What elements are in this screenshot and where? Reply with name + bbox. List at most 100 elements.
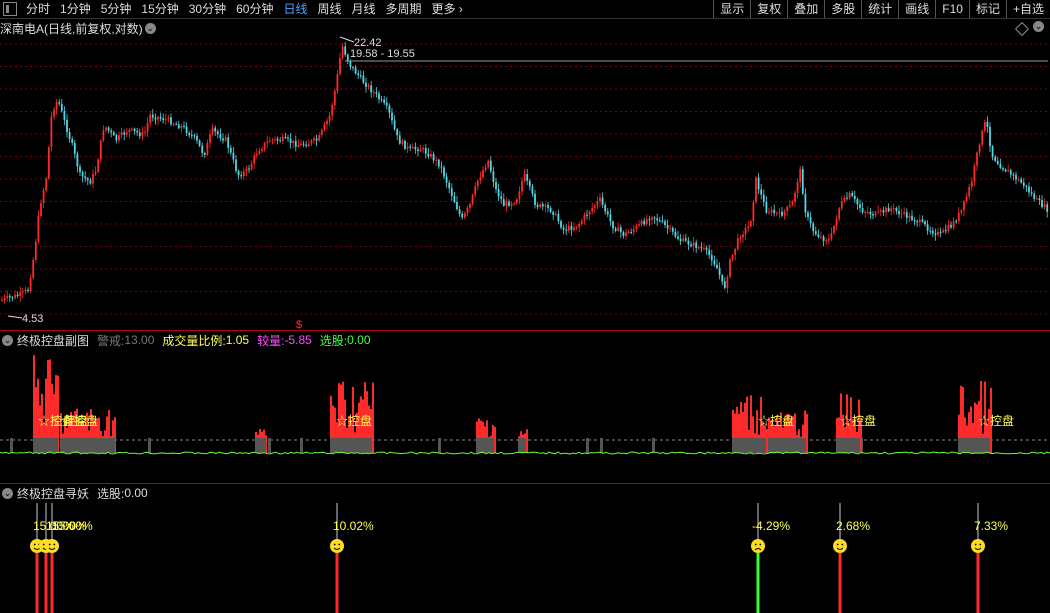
display-button[interactable]: 显示 — [713, 0, 750, 18]
candle-body — [502, 199, 505, 206]
tab-period-more[interactable]: 更多 › — [427, 0, 468, 18]
candle-body — [887, 207, 890, 212]
candle-body — [287, 137, 289, 139]
candle-body — [175, 123, 178, 125]
candle-body — [211, 127, 214, 135]
candle-body — [219, 134, 222, 139]
volume-bar — [652, 438, 655, 453]
smiley-icon — [971, 539, 985, 553]
control-label: ☆控盘 — [62, 413, 98, 428]
candle-body — [586, 214, 588, 216]
candle-body — [482, 170, 484, 178]
candle-body — [825, 240, 828, 242]
tab-period-intraday[interactable]: 分时 — [21, 0, 55, 18]
candle-body — [770, 209, 773, 213]
candle-body — [255, 153, 258, 156]
candle-body — [11, 297, 14, 299]
candlestick-chart[interactable]: 22.42 19.58 - 19.55 4.53 $ — [0, 36, 1050, 330]
candle-body — [144, 131, 146, 133]
candle-body — [583, 214, 586, 221]
tab-period-1min[interactable]: 1分钟 — [55, 0, 96, 18]
candle-body — [916, 221, 919, 223]
candle-body — [645, 219, 648, 225]
candle-body — [781, 211, 783, 216]
candle-body — [687, 240, 690, 245]
warn-value: 13.00 — [124, 333, 155, 347]
control-label: ☆控盘 — [978, 413, 1014, 428]
candle-body — [510, 203, 513, 206]
stats-button[interactable]: 统计 — [861, 0, 898, 18]
mark-button[interactable]: 标记 — [968, 0, 1006, 18]
candle-body — [513, 203, 516, 205]
chevron-down-icon[interactable]: ⌄ — [2, 487, 13, 499]
tab-period-multi[interactable]: 多周期 — [381, 0, 427, 18]
chevron-down-icon[interactable]: ⌄ — [144, 22, 156, 34]
volume-bar — [518, 438, 526, 453]
candle-body — [367, 85, 370, 88]
candle-body — [627, 232, 630, 234]
main-panel-title: 深南电A(日线,前复权,对数) — [0, 21, 143, 36]
candle-body — [604, 204, 607, 212]
candle-body — [258, 151, 261, 154]
candle-body — [656, 218, 659, 221]
candle-body — [773, 209, 776, 214]
candle-body — [937, 231, 939, 235]
candle-body — [931, 230, 934, 234]
candle-body — [328, 115, 331, 121]
candle-body — [812, 223, 815, 232]
tab-period-15min[interactable]: 15分钟 — [136, 0, 183, 18]
f10-button[interactable]: F10 — [935, 0, 969, 18]
tab-period-5min[interactable]: 5分钟 — [96, 0, 137, 18]
chevron-down-icon[interactable]: ⌄ — [2, 334, 13, 346]
volume-bar — [33, 438, 58, 453]
candle-body — [172, 123, 175, 125]
candle-body — [339, 58, 341, 75]
candle-body — [333, 90, 336, 106]
low-price-label: 4.53 — [22, 313, 43, 325]
candle-body — [619, 227, 622, 233]
control-bar — [372, 382, 374, 453]
candle-body — [991, 146, 994, 157]
candle-body — [882, 210, 885, 213]
candle-body — [346, 54, 349, 61]
candle-body — [794, 192, 796, 203]
smiley-icon — [330, 539, 344, 553]
control-indicator-chart[interactable]: ☆控盘 ☆控盘 ☆控盘 ☆控盘 ☆控盘☆控盘☆控盘 — [0, 348, 1050, 483]
tab-period-daily[interactable]: 日线 — [278, 0, 312, 18]
candle-body — [133, 128, 136, 131]
draw-button[interactable]: 画线 — [898, 0, 935, 18]
adjust-button[interactable]: 复权 — [750, 0, 787, 18]
add-watchlist-button[interactable]: +自选 — [1005, 0, 1050, 18]
overlay-button[interactable]: 叠加 — [787, 0, 824, 18]
diamond-icon[interactable] — [1014, 21, 1030, 37]
monster-finder-chart[interactable]: 15.00% 10.02% -4.29% 2.68% 7.33%15.00%15.00% — [0, 500, 1050, 613]
candle-body — [365, 82, 367, 88]
candle-body — [193, 135, 196, 137]
candle-body — [820, 236, 822, 238]
candle-body — [50, 116, 53, 148]
smiley-eye — [333, 543, 336, 546]
candle-body — [443, 167, 445, 177]
candle-body — [765, 201, 768, 213]
tab-period-weekly[interactable]: 周线 — [312, 0, 346, 18]
chevron-down-icon[interactable]: ⌄ — [1033, 21, 1044, 32]
candle-body — [190, 135, 193, 137]
candle-body — [250, 163, 253, 170]
multi-stock-button[interactable]: 多股 — [824, 0, 861, 18]
candle-body — [302, 143, 305, 145]
tab-period-monthly[interactable]: 月线 — [347, 0, 381, 18]
sidebar-toggle-icon[interactable] — [3, 2, 17, 16]
candle-body — [461, 213, 464, 218]
candle-body — [81, 172, 84, 177]
candle-body — [562, 227, 565, 230]
control-bar — [526, 429, 528, 453]
candle-body — [274, 138, 276, 140]
candle-body — [596, 201, 599, 206]
tab-period-60min[interactable]: 60分钟 — [231, 0, 278, 18]
candle-body — [1035, 198, 1038, 200]
candle-body — [612, 221, 614, 229]
control-label: ☆控盘 — [840, 413, 876, 428]
tab-period-30min[interactable]: 30分钟 — [184, 0, 231, 18]
candle-body — [427, 153, 430, 157]
candle-body — [752, 202, 755, 222]
